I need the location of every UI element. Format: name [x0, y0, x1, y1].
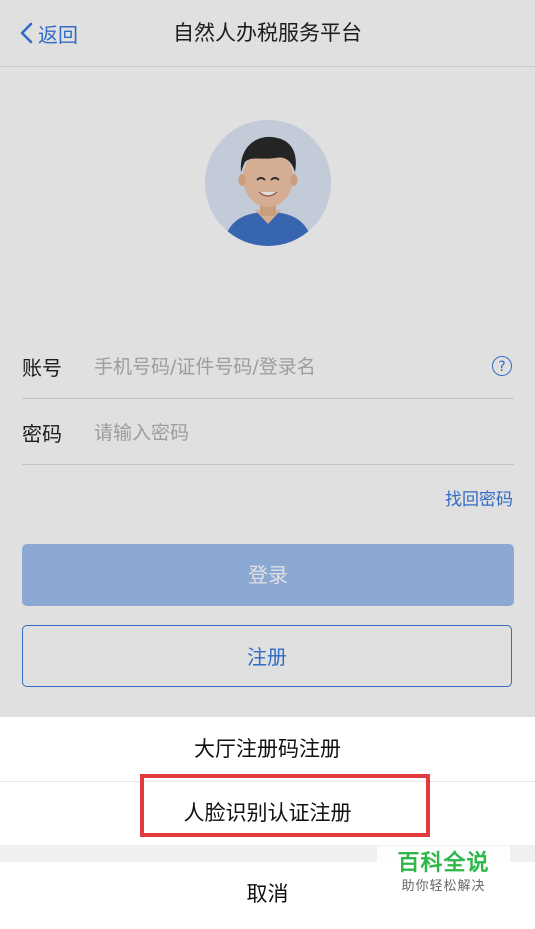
highlight-annotation [140, 774, 430, 837]
watermark-title: 百科全说 [397, 851, 490, 876]
watermark-subtitle: 助你轻松解决 [401, 879, 486, 894]
hall-registration-code-option[interactable]: 大厅注册码注册 [0, 717, 535, 782]
modal-backdrop[interactable] [0, 0, 535, 717]
watermark: 百科全说 助你轻松解决 [377, 846, 510, 904]
